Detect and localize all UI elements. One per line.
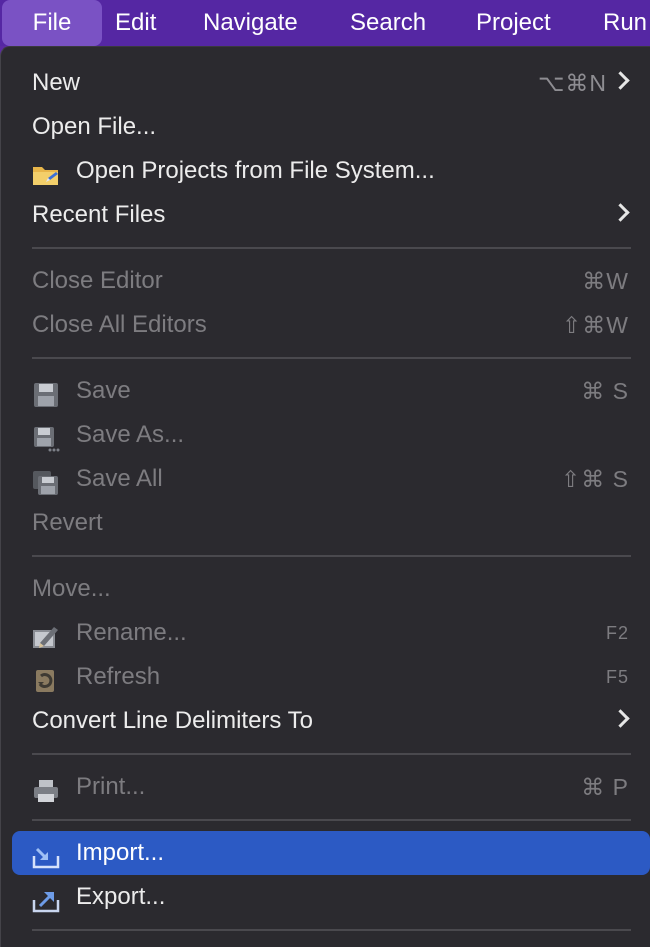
- menu-item-new[interactable]: New ⌥⌘N: [1, 61, 650, 105]
- shortcut-text: ⌘ S: [581, 378, 629, 404]
- menu-item-label: Export...: [76, 883, 166, 910]
- floppy-disk-icon: [32, 379, 60, 407]
- shortcut-text: ⇧⌘ S: [560, 466, 629, 492]
- menu-item-rename[interactable]: Rename... F2: [1, 611, 650, 655]
- menubar-search[interactable]: Search: [350, 0, 426, 46]
- menu-item-convert-line-delimiters[interactable]: Convert Line Delimiters To: [1, 699, 650, 743]
- menu-item-revert[interactable]: Revert: [1, 501, 650, 545]
- menu-item-label: Revert: [32, 509, 103, 536]
- menu-separator: [32, 247, 631, 249]
- chevron-right-icon: [611, 203, 630, 222]
- menu-item-label: Open File...: [32, 113, 157, 140]
- menu-item-print[interactable]: Print... ⌘ P: [1, 765, 650, 809]
- menu-item-export[interactable]: Export...: [1, 875, 650, 919]
- menu-item-label: Open Projects from File System...: [76, 157, 435, 184]
- menu-item-label: Move...: [32, 575, 111, 602]
- printer-icon: [32, 775, 60, 802]
- menu-item-recent-files[interactable]: Recent Files: [1, 193, 650, 237]
- shortcut-text: ⌥⌘N: [537, 70, 607, 96]
- export-icon: [32, 885, 60, 913]
- shortcut-text: ⌘ P: [581, 774, 629, 800]
- menu-item-import[interactable]: Import...: [12, 831, 650, 875]
- menu-separator: [32, 929, 631, 931]
- menu-item-label: Import...: [76, 839, 165, 866]
- save-all-icon: [32, 467, 60, 495]
- menu-item-save-all[interactable]: Save All ⇧⌘ S: [1, 457, 650, 501]
- shortcut-text: F2: [605, 623, 629, 643]
- menu-item-save-as[interactable]: Save As...: [1, 413, 650, 457]
- shortcut-text: F5: [605, 667, 629, 687]
- menubar-edit[interactable]: Edit: [115, 0, 156, 46]
- menu-item-label: Convert Line Delimiters To: [32, 707, 314, 734]
- menu-item-refresh[interactable]: Refresh F5: [1, 655, 650, 699]
- menu-item-close-editor[interactable]: Close Editor ⌘W: [1, 259, 650, 303]
- menu-item-open-file[interactable]: Open File...: [1, 105, 650, 149]
- menu-item-label: Print...: [76, 773, 146, 800]
- menubar-file[interactable]: File: [2, 0, 102, 46]
- menubar-run[interactable]: Run: [603, 0, 647, 46]
- menu-item-open-projects[interactable]: Open Projects from File System...: [1, 149, 650, 193]
- menu-separator: [32, 555, 631, 557]
- menu-item-label: Recent Files: [32, 201, 166, 228]
- folder-icon: [32, 159, 60, 185]
- menu-item-label: Close Editor: [32, 267, 163, 294]
- menu-item-label: Rename...: [76, 619, 187, 646]
- menu-item-close-all-editors[interactable]: Close All Editors ⇧⌘W: [1, 303, 650, 347]
- chevron-right-icon: [611, 709, 630, 728]
- shortcut-text: ⇧⌘W: [562, 312, 629, 338]
- menu-bar: File Edit Navigate Search Project Run: [0, 0, 650, 46]
- rename-pencil-icon: [32, 621, 60, 648]
- refresh-icon: [32, 665, 60, 692]
- menu-item-label: New: [32, 69, 81, 96]
- menubar-navigate[interactable]: Navigate: [203, 0, 298, 46]
- menu-item-label: Save: [76, 377, 131, 404]
- menu-separator: [32, 357, 631, 359]
- file-menu-dropdown: New ⌥⌘N Open File... Open Projects from …: [0, 46, 650, 947]
- menu-item-label: Save All: [76, 465, 163, 492]
- menu-separator: [32, 819, 631, 821]
- import-icon: [32, 841, 60, 869]
- save-as-icon: [32, 423, 60, 452]
- chevron-right-icon: [611, 71, 630, 90]
- menu-item-label: Close All Editors: [32, 311, 207, 338]
- menu-item-label: Save As...: [76, 421, 185, 448]
- menu-item-save[interactable]: Save ⌘ S: [1, 369, 650, 413]
- menu-separator: [32, 753, 631, 755]
- menubar-project[interactable]: Project: [476, 0, 551, 46]
- menu-item-move[interactable]: Move...: [1, 567, 650, 611]
- menu-item-label: Refresh: [76, 663, 161, 690]
- shortcut-text: ⌘W: [582, 268, 629, 294]
